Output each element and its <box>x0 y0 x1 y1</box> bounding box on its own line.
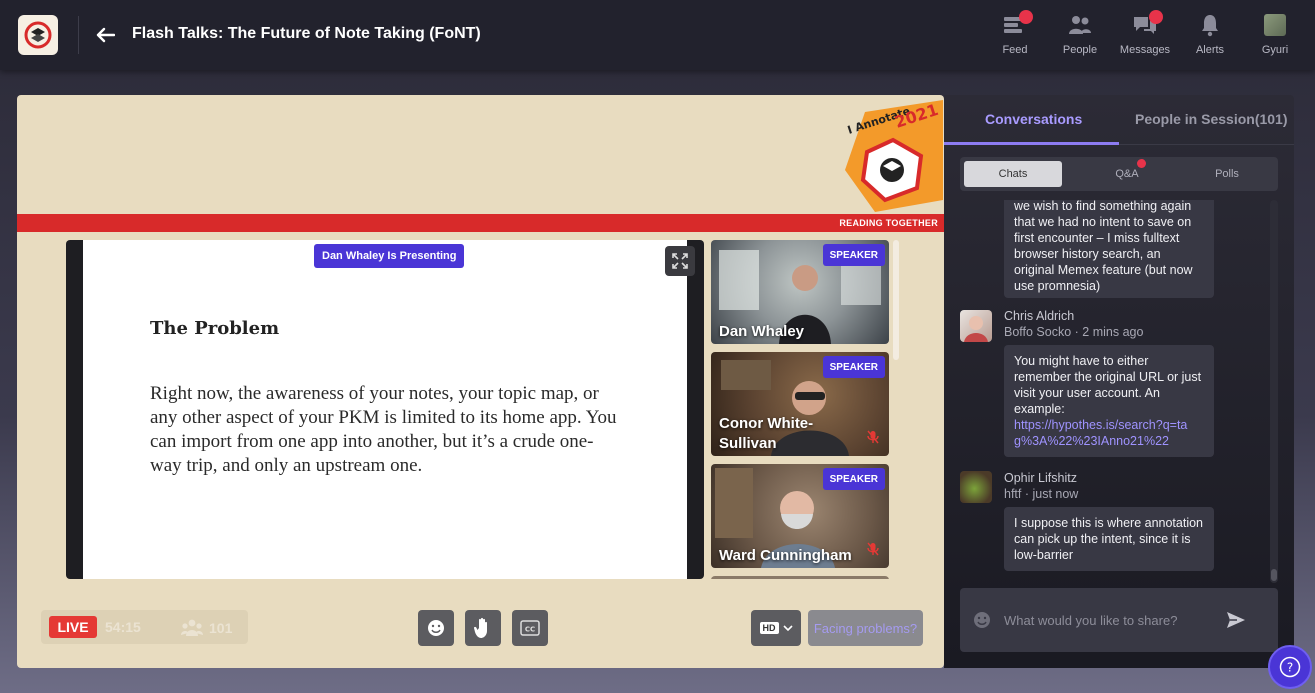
chat-scrollbar[interactable] <box>1270 200 1278 583</box>
message-meta: hftf · just now <box>1004 487 1079 501</box>
hand-icon <box>474 617 487 638</box>
header-divider <box>78 16 79 54</box>
message-author[interactable]: Chris Aldrich <box>1004 309 1074 323</box>
subtab-chats[interactable]: Chats <box>964 161 1062 187</box>
avatar[interactable] <box>960 310 992 342</box>
speaker-tile[interactable] <box>711 576 889 579</box>
subtab-qa-label: Q&A <box>1115 168 1139 180</box>
user-avatar <box>1261 12 1289 38</box>
messages-icon <box>1131 10 1163 38</box>
stage: READING TOGETHER I Annotate 2021 The Pro… <box>17 95 944 668</box>
mic-off-icon <box>867 542 879 556</box>
top-bar: Flash Talks: The Future of Note Taking (… <box>0 0 1315 70</box>
nav-label: Feed <box>1002 44 1028 56</box>
live-badge: LIVE <box>49 616 97 638</box>
help-button[interactable]: ? <box>1268 645 1312 689</box>
speaker-tag: SPEAKER <box>822 468 885 490</box>
send-icon[interactable] <box>1226 610 1246 630</box>
chat-composer <box>960 588 1278 652</box>
nav-label: Alerts <box>1195 44 1225 56</box>
tab-people-in-session[interactable]: People in Session(101) <box>1135 111 1288 127</box>
captions-button[interactable]: CC <box>512 610 548 646</box>
chat-subtabs: Chats Q&A Polls <box>960 157 1278 191</box>
message-author[interactable]: Ophir Lifshitz <box>1004 471 1077 485</box>
nav-profile[interactable]: Gyuri <box>1245 12 1305 62</box>
nav-people[interactable]: People <box>1050 12 1110 62</box>
message-meta: Boffo Socko · 2 mins ago <box>1004 325 1144 339</box>
chat-input[interactable] <box>1004 610 1214 630</box>
scrollbar-thumb[interactable] <box>1271 569 1277 581</box>
bell-icon <box>1196 12 1224 38</box>
svg-text:CC: CC <box>525 626 535 634</box>
active-tab-indicator <box>944 142 1119 145</box>
speaker-tile[interactable]: SPEAKER Ward Cunningham <box>711 464 889 568</box>
feed-badge <box>1019 10 1033 24</box>
back-button[interactable] <box>92 22 118 48</box>
facing-problems-button[interactable]: Facing problems? <box>808 610 923 646</box>
quality-label: HD <box>759 622 779 634</box>
screen-share: The Problem Right now, the awareness of … <box>66 240 704 579</box>
banner-tagline: READING TOGETHER <box>839 218 938 228</box>
speaker-name: Ward Cunningham <box>719 547 852 564</box>
chat-message: You might have to either remember the or… <box>1004 345 1214 457</box>
tab-conversations[interactable]: Conversations <box>985 111 1082 127</box>
presenting-tag: Dan Whaley Is Presenting <box>314 244 465 268</box>
session-timer: 54:15 <box>105 619 141 635</box>
chat-message-text: You might have to either remember the or… <box>1014 354 1202 416</box>
nav-label: Gyuri <box>1261 44 1289 56</box>
arrow-left-icon <box>96 27 115 43</box>
quality-selector[interactable]: HD <box>751 610 801 646</box>
speaker-tag: SPEAKER <box>822 244 885 266</box>
event-badge-logo: I Annotate 2021 <box>845 100 943 212</box>
avatar[interactable] <box>960 471 992 503</box>
message-link[interactable]: https://hypothes.is/search?q=tag%3A%22%2… <box>1014 417 1204 449</box>
fullscreen-button[interactable] <box>665 246 695 276</box>
chevron-down-icon <box>782 625 793 632</box>
page-title: Flash Talks: The Future of Note Taking (… <box>132 25 481 42</box>
viewer-count: 101 <box>181 619 232 637</box>
nav-label: Messages <box>1119 44 1171 56</box>
emoji-picker-icon[interactable] <box>973 611 991 629</box>
speaker-tile[interactable]: SPEAKER Dan Whaley <box>711 240 889 344</box>
live-status: LIVE 54:15 101 <box>41 610 248 644</box>
expand-icon <box>672 253 688 269</box>
question-mark-icon: ? <box>1279 656 1301 678</box>
people-icon <box>1066 12 1094 38</box>
speaker-list: SPEAKER Dan Whaley SPEAKER Conor White-S… <box>710 240 890 579</box>
banner-band <box>17 214 944 232</box>
messages-badge <box>1149 10 1163 24</box>
event-logo-icon <box>24 21 52 49</box>
slide-heading: The Problem <box>150 318 280 339</box>
side-tabs: Conversations People in Session(101) <box>944 95 1294 145</box>
chat-messages: we wish to find something again that we … <box>944 200 1276 576</box>
subtab-qa[interactable]: Q&A <box>1077 159 1177 187</box>
speaker-name: Dan Whaley <box>719 323 805 340</box>
viewers-icon <box>181 619 203 636</box>
app-logo[interactable] <box>18 15 58 55</box>
speaker-tile[interactable]: SPEAKER Conor White-Sullivan <box>711 352 889 456</box>
emoji-icon <box>428 620 444 636</box>
raise-hand-button[interactable] <box>465 610 501 646</box>
nav-feed[interactable]: Feed <box>985 10 1045 62</box>
presentation-slide: The Problem Right now, the awareness of … <box>83 240 687 579</box>
svg-text:?: ? <box>1287 661 1293 675</box>
subtab-polls[interactable]: Polls <box>1177 161 1277 187</box>
mic-off-icon <box>867 430 879 444</box>
feed-icon <box>1001 10 1033 38</box>
qa-badge <box>1137 159 1146 168</box>
chat-message-text: we wish to find something again that we … <box>1004 200 1214 298</box>
slide-body: Right now, the awareness of your notes, … <box>150 383 617 476</box>
speaker-scrollbar[interactable] <box>893 240 899 360</box>
reaction-button[interactable] <box>418 610 454 646</box>
speaker-name: Conor White-Sullivan <box>719 415 814 452</box>
side-panel: Conversations People in Session(101) Cha… <box>944 95 1294 668</box>
nav-messages[interactable]: Messages <box>1115 10 1175 62</box>
speaker-tag: SPEAKER <box>822 356 885 378</box>
nav-label: People <box>1062 44 1098 56</box>
closed-captions-icon: CC <box>520 620 540 636</box>
viewer-count-value: 101 <box>209 620 233 636</box>
chat-message-text: I suppose this is where annotation can p… <box>1004 507 1214 571</box>
nav-alerts[interactable]: Alerts <box>1180 12 1240 62</box>
